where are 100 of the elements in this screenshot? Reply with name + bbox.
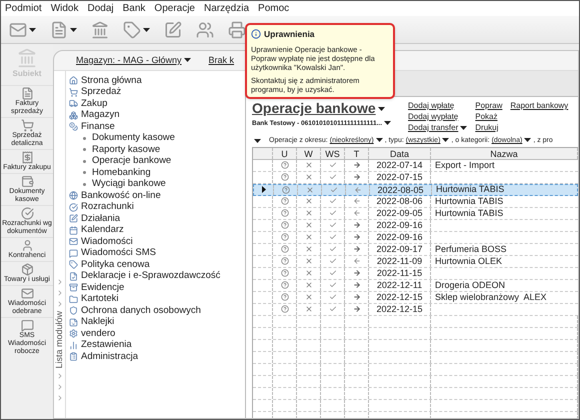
page-title[interactable]: Operacje bankowe [252, 100, 385, 117]
arrow-left-icon [352, 209, 360, 217]
table-row[interactable]: 2022-12-15 [253, 304, 578, 316]
module-item[interactable]: Ewidencje [69, 282, 220, 294]
module-item[interactable]: Strona główna [69, 75, 220, 86]
chat-icon [20, 319, 34, 332]
module-item[interactable]: Wiadomości [69, 236, 220, 248]
action-link[interactable]: Dodaj transfer [408, 123, 468, 133]
column-header[interactable]: U [273, 148, 297, 158]
module-subitem[interactable]: Homebanking [69, 167, 220, 178]
action-link[interactable]: Dodaj wpłatę [408, 101, 454, 111]
close-icon [304, 173, 312, 181]
module-item[interactable]: Ochrona danych osobowych [69, 305, 220, 316]
table-row[interactable]: 2022-09-05 Hurtownia TABIS [253, 208, 578, 220]
table-row[interactable]: 2022-08-06 Hurtownia TABIS [253, 196, 578, 208]
table-cell: 2022-09-05 [369, 208, 431, 218]
close-icon [304, 197, 312, 205]
module-item[interactable]: Kartoteki [69, 294, 220, 305]
action-link[interactable]: Drukuj [475, 123, 498, 133]
table-cell: 2022-08-05 [370, 184, 432, 194]
arrow-right-icon [352, 173, 360, 181]
module-item[interactable]: Zakup [69, 98, 220, 110]
help-icon [280, 161, 288, 169]
table-cell: 2022-11-09 [369, 256, 431, 266]
module-item[interactable]: vendero [69, 328, 220, 340]
action-link[interactable]: Raport bankowy [510, 101, 568, 111]
table-cell: 2022-11-15 [369, 268, 431, 278]
menu-item[interactable]: Narzędzia [204, 1, 250, 16]
check-icon [20, 207, 34, 220]
printer-icon [228, 20, 246, 38]
cart-icon [69, 88, 78, 97]
cart-icon [20, 119, 34, 132]
module-item[interactable]: Rozrachunki [69, 202, 220, 213]
table-row[interactable]: 2022-11-15 [253, 268, 578, 280]
person-icon [20, 239, 34, 252]
module-item[interactable]: Działania [69, 213, 220, 224]
menu-item[interactable]: Widok [50, 1, 78, 16]
action-link[interactable]: Pokaż [475, 112, 498, 122]
close-icon [304, 245, 312, 253]
arrow-right-icon [352, 281, 360, 289]
arrow-right-icon [352, 293, 360, 301]
house-icon [69, 76, 78, 86]
table-cell-text: Hurtownia TABIS [435, 184, 506, 195]
module-item[interactable]: Finanse [69, 121, 220, 132]
module-item[interactable]: Deklaracje i e-Sprawozdawczość [69, 270, 220, 282]
module-item[interactable]: Kalendarz [69, 224, 220, 236]
table-row[interactable]: 2022-12-11 Drogeria ODEON [253, 280, 578, 292]
logo-icon [17, 48, 37, 68]
help-icon [280, 221, 288, 229]
bullet-icon [83, 160, 86, 163]
pencil-icon [164, 20, 182, 38]
module-subitem[interactable]: Wyciągi bankowe [69, 178, 220, 190]
menu-item[interactable]: Pomoc [258, 1, 290, 16]
menu-item[interactable]: Bank [122, 1, 146, 16]
menu-item[interactable]: Podmiot [5, 1, 42, 16]
module-item[interactable]: Sprzedaż [69, 86, 220, 98]
column-header[interactable]: Data [369, 148, 431, 158]
shield-icon [69, 306, 78, 316]
table-cell-text: Hurtownia TABIS [434, 208, 504, 218]
table-row[interactable]: 2022-09-16 [253, 220, 578, 232]
column-header[interactable]: WS [321, 148, 345, 158]
action-link[interactable]: Dodaj wypłatę [408, 112, 458, 122]
module-item[interactable]: Magazyn [69, 110, 220, 121]
column-header[interactable]: W [297, 148, 321, 158]
table-row[interactable]: 2022-11-09 Hurtownia OLEK [253, 256, 578, 268]
table-row[interactable]: 2022-12-15 Sklep wielobranżowy ALEX [253, 292, 578, 304]
table-cell-text: Export - Import [434, 160, 496, 170]
close-icon [304, 161, 312, 169]
menu-item[interactable]: Dodaj [87, 1, 114, 16]
module-subitem[interactable]: Operacje bankowe [69, 156, 220, 167]
help-icon [280, 281, 288, 289]
help-icon [280, 257, 288, 265]
module-subitem[interactable]: Dokumenty kasowe [69, 132, 220, 144]
header-link[interactable]: Brak k [208, 54, 234, 68]
arrow-right-icon [352, 305, 360, 313]
table-row[interactable]: 2022-09-17 Perfumeria BOSS [253, 244, 578, 256]
tooltip-title: Uprawnienia [264, 28, 315, 41]
column-header[interactable]: T [345, 148, 369, 158]
column-header[interactable]: Nazwa [431, 148, 578, 158]
module-item[interactable]: Polityka cenowa [69, 259, 220, 270]
help-icon [280, 173, 288, 181]
document-icon [69, 272, 78, 281]
warehouse-selector[interactable]: Magazyn: - MAG - Główny [76, 54, 191, 68]
action-link[interactable]: Popraw [475, 101, 502, 111]
table-row[interactable]: 2022-07-14 Export - Import [253, 160, 578, 172]
module-item[interactable]: Bankowość on-line [69, 190, 220, 202]
calendar-icon [69, 226, 78, 235]
help-icon [280, 209, 288, 217]
module-item[interactable]: Naklejki [69, 316, 220, 328]
menu-item[interactable]: Operacje [154, 1, 195, 16]
table-row[interactable]: 2022-09-16 [253, 232, 578, 244]
module-item[interactable]: Wiadomości SMS [69, 248, 220, 259]
table-row[interactable]: 2022-08-05 Hurtownia TABIS [253, 184, 578, 196]
table-cell: 2022-09-16 [369, 232, 431, 242]
module-subitem[interactable]: Raporty kasowe [69, 144, 220, 156]
module-item[interactable]: Administracja [69, 351, 220, 362]
close-icon [304, 305, 312, 313]
panel-label: Lista modułów [52, 311, 65, 369]
box-icon [20, 263, 34, 276]
module-item[interactable]: Zestawienia [69, 340, 220, 351]
